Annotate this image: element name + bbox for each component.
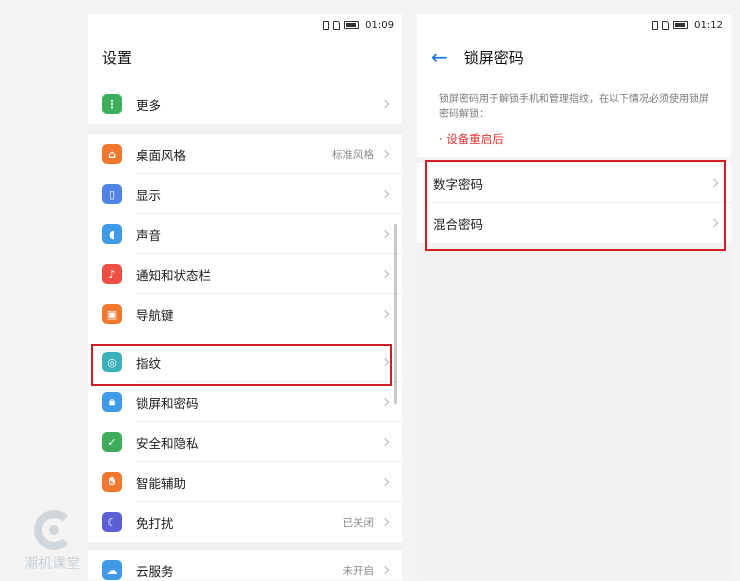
settings-screen: 01:09 设置 ⋮ 更多 ⌂ 桌面风格 标准风格 ▯ 显示 ◖ 声音 ♪ 通知…	[88, 14, 402, 580]
chevron-right-icon	[380, 437, 390, 447]
chevron-right-icon	[380, 99, 390, 109]
lock-screen-password-screen: 01:12 ← 锁屏密码 锁屏密码用于解锁手机和管理指纹，在以下情况必须使用锁屏…	[417, 14, 731, 580]
settings-group-main: ⌂ 桌面风格 标准风格 ▯ 显示 ◖ 声音 ♪ 通知和状态栏 ▣ 导航键 ◎ 指…	[88, 134, 402, 542]
settings-item-label: 指纹	[136, 355, 162, 371]
restart-requirement: · 设备重启后	[439, 132, 504, 146]
moon-icon: ☾	[102, 512, 122, 532]
settings-item-label: 智能辅助	[136, 475, 187, 491]
settings-item-value: 标准风格	[332, 148, 374, 161]
chevron-right-icon	[380, 357, 390, 367]
vibrate-icon	[323, 20, 330, 30]
option-label: 数字密码	[433, 176, 484, 192]
shield-check-icon: ✓	[102, 432, 122, 452]
battery-icon	[344, 21, 360, 29]
settings-item-label: 通知和状态栏	[136, 267, 212, 283]
settings-item-do-not-disturb[interactable]: ☾ 免打扰 已关闭	[88, 502, 402, 542]
more-dots-icon: ⋮	[102, 94, 122, 114]
status-bar: 01:12	[417, 14, 731, 36]
watermark-logo: 潮机课堂	[24, 510, 88, 574]
settings-item-label: 云服务	[136, 563, 174, 579]
settings-item-more[interactable]: ⋮ 更多	[88, 84, 402, 124]
settings-item-label: 安全和隐私	[136, 435, 199, 451]
home-icon: ⌂	[102, 144, 122, 164]
chevron-right-icon	[380, 149, 390, 159]
hand-icon: ✋︎	[102, 472, 122, 492]
settings-item-display[interactable]: ▯ 显示	[88, 174, 402, 214]
settings-item-security-privacy[interactable]: ✓ 安全和隐私	[88, 422, 402, 462]
chevron-right-icon	[380, 189, 390, 199]
settings-item-fingerprint[interactable]: ◎ 指纹	[88, 342, 402, 382]
settings-item-label: 更多	[136, 97, 162, 113]
settings-item-label: 免打扰	[136, 515, 174, 531]
status-time: 01:12	[694, 19, 723, 31]
settings-item-label: 声音	[136, 227, 162, 243]
settings-item-label: 导航键	[136, 307, 174, 323]
battery-icon	[673, 21, 689, 29]
chevron-right-icon	[380, 517, 390, 527]
watermark-text: 潮机课堂	[24, 556, 80, 572]
settings-item-notifications[interactable]: ♪ 通知和状态栏	[88, 254, 402, 294]
settings-item-label: 显示	[136, 187, 162, 203]
settings-item-lock-screen[interactable]: 🔒︎ 锁屏和密码	[88, 382, 402, 422]
lock-password-description: 锁屏密码用于解锁手机和管理指纹，在以下情况必须使用锁屏密码解锁： · 设备重启后	[417, 78, 731, 157]
chevron-right-icon	[380, 397, 390, 407]
chevron-right-icon	[380, 477, 390, 487]
page-title: 锁屏密码	[463, 48, 524, 67]
settings-item-sound[interactable]: ◖ 声音	[88, 214, 402, 254]
chevron-right-icon	[709, 218, 719, 228]
settings-item-desktop-style[interactable]: ⌂ 桌面风格 标准风格	[88, 134, 402, 174]
fingerprint-icon: ◎	[102, 352, 122, 372]
sim-card-icon	[662, 20, 670, 30]
option-numeric-password[interactable]: 数字密码	[417, 163, 731, 203]
chevron-right-icon	[380, 269, 390, 279]
status-time: 01:09	[365, 19, 394, 31]
logo-dot-icon	[49, 525, 59, 535]
settings-item-value: 未开启	[342, 564, 375, 577]
description-text: 锁屏密码用于解锁手机和管理指纹，在以下情况必须使用锁屏密码解锁：	[439, 94, 709, 120]
settings-item-label: 锁屏和密码	[136, 395, 199, 411]
chevron-right-icon	[380, 229, 390, 239]
option-mixed-password[interactable]: 混合密码	[417, 203, 731, 243]
settings-item-smart-assist[interactable]: ✋︎ 智能辅助	[88, 462, 402, 502]
chevron-right-icon	[380, 309, 390, 319]
settings-item-value: 已关闭	[342, 516, 375, 529]
settings-item-navigation-key[interactable]: ▣ 导航键	[88, 294, 402, 334]
status-bar: 01:09	[88, 14, 402, 36]
password-type-list: 数字密码 混合密码	[417, 163, 731, 243]
page-header: 设置	[88, 36, 402, 78]
page-title: 设置	[102, 48, 133, 67]
chevron-right-icon	[709, 178, 719, 188]
speaker-icon: ◖	[102, 224, 122, 244]
back-arrow-icon[interactable]: ←	[431, 47, 448, 67]
settings-group-more: ⋮ 更多	[88, 78, 402, 124]
phone-display-icon: ▯	[102, 184, 122, 204]
settings-item-cloud[interactable]: ☁ 云服务 未开启	[88, 550, 402, 580]
lock-icon: 🔒︎	[102, 392, 122, 412]
settings-item-label: 桌面风格	[136, 147, 187, 163]
navigation-key-icon: ▣	[102, 304, 122, 324]
settings-group-cloud: ☁ 云服务 未开启	[88, 550, 402, 580]
page-header: ← 锁屏密码	[417, 36, 731, 78]
option-label: 混合密码	[433, 216, 484, 232]
bell-icon: ♪	[102, 264, 122, 284]
chevron-right-icon	[380, 565, 390, 575]
cloud-icon: ☁	[102, 560, 122, 580]
scrollbar[interactable]	[394, 224, 397, 404]
sim-card-icon	[333, 20, 341, 30]
vibrate-icon	[652, 20, 659, 30]
